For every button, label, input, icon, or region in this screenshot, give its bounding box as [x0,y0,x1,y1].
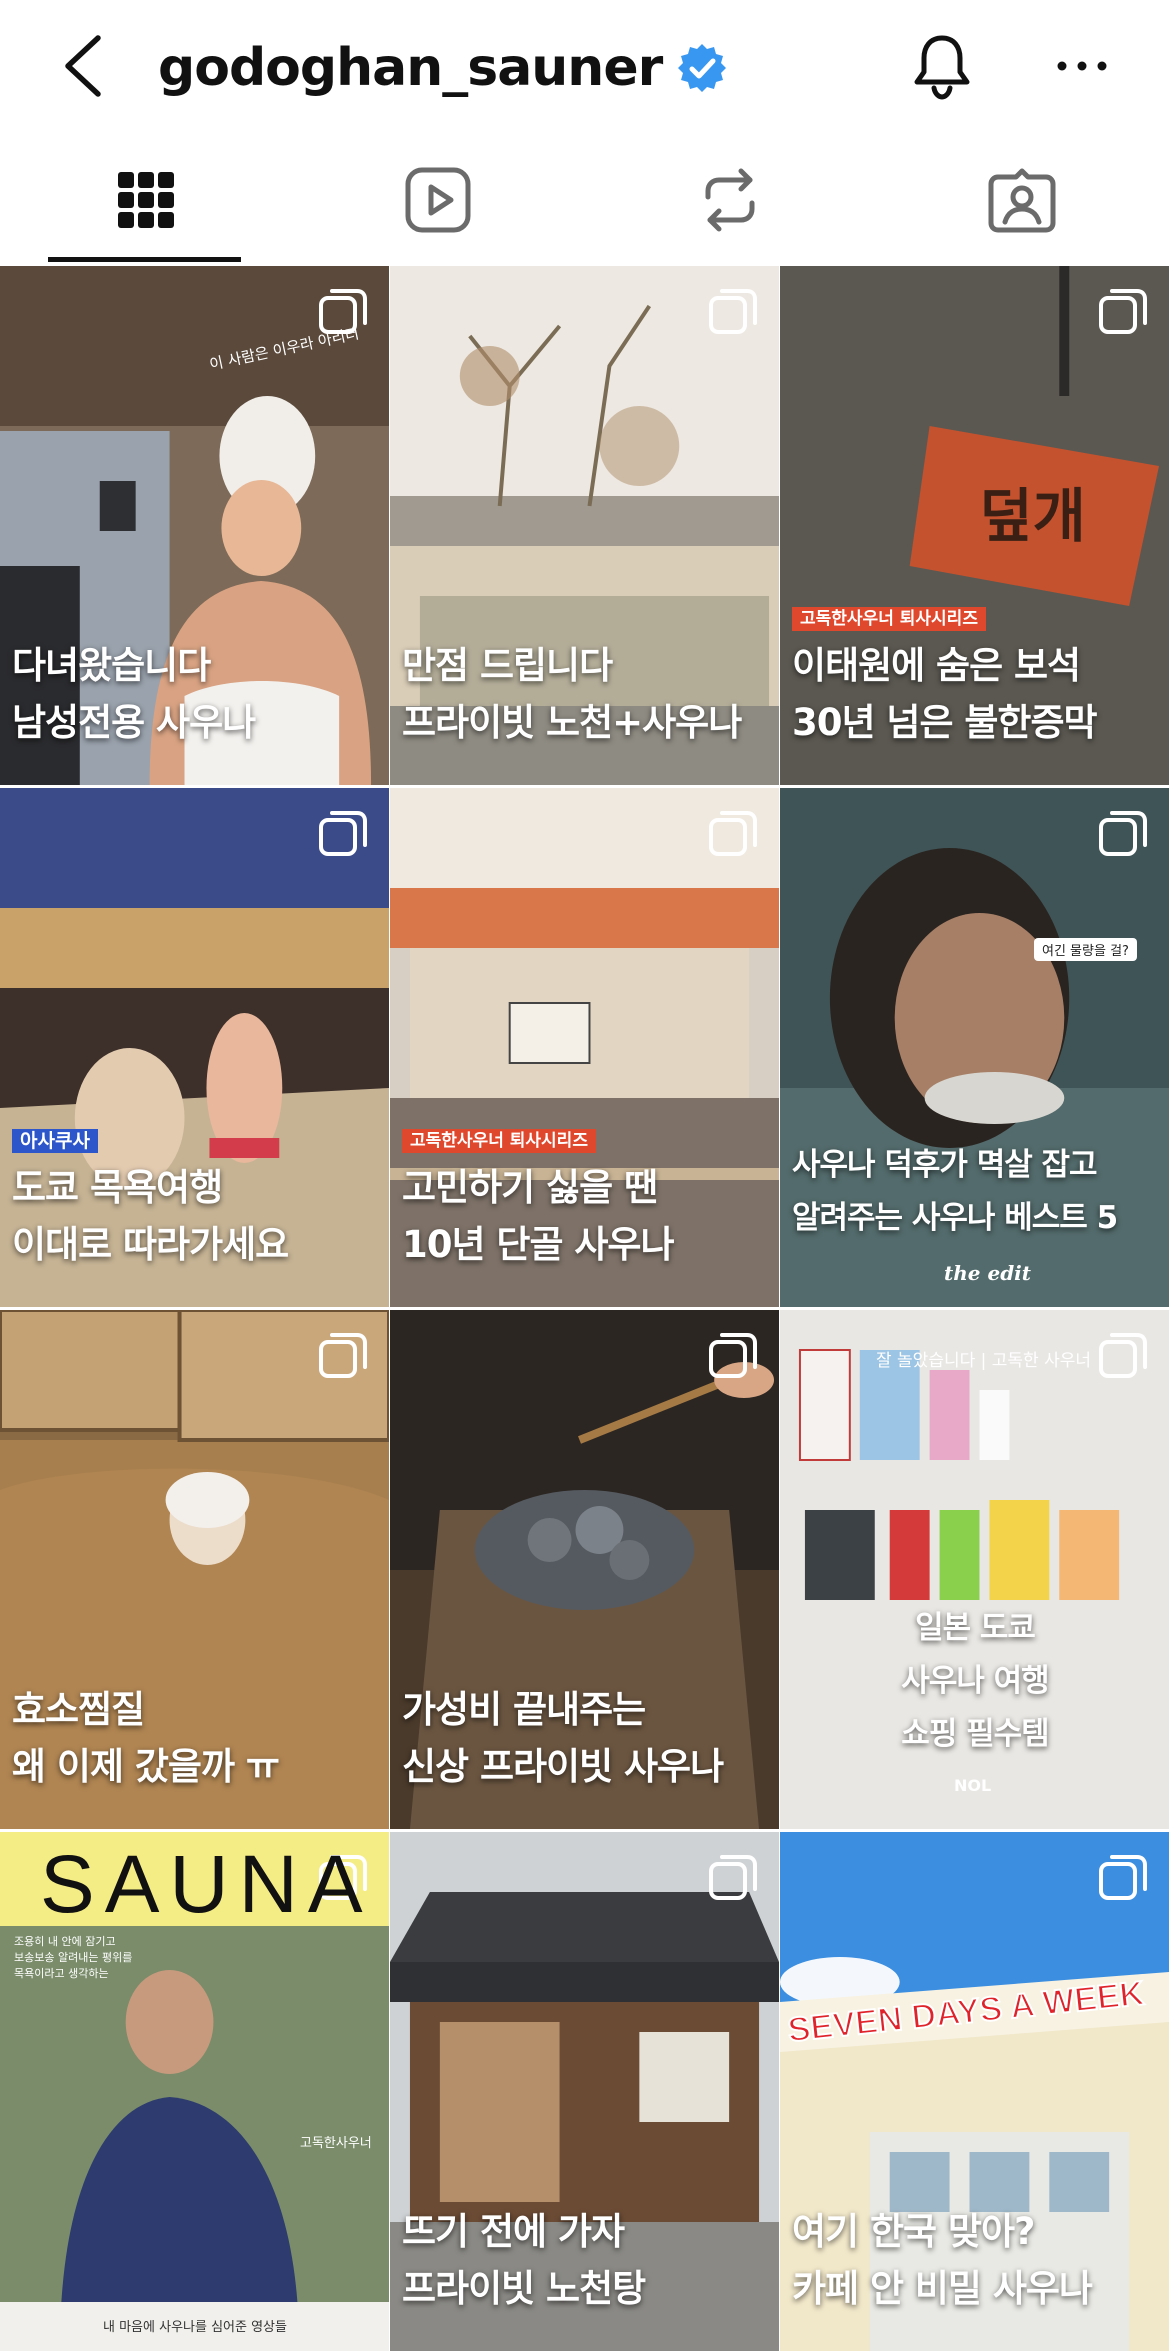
small-text-line: 보송보송 알려내는 평위를 [14,1951,133,1964]
chevron-left-icon[interactable] [58,34,108,98]
bell-icon[interactable] [906,30,978,102]
post-tile[interactable]: 고독한사우너 퇴사시리즈 고민하기 싫을 땐 10년 단골 사우나 [390,788,780,1307]
series-badge: 고독한사우너 퇴사시리즈 [402,1129,596,1153]
caption-line: 사우나 여행 [901,1663,1049,1699]
bottom-text: 내 마음에 사우나를 심어준 영상들 [103,2320,287,2335]
speech-tag: 여긴 물량을 걸? [1034,938,1137,961]
sign-text: 덮개 [979,482,1085,550]
caption-line: 이대로 따라가세요 [12,1223,289,1266]
post-caption: 고독한사우너 퇴사시리즈 이태원에 숨은 보석 30년 넘은 불한증막 [792,599,1098,751]
repost-icon [705,168,755,232]
multi-post-icon [1099,1333,1147,1378]
post-caption: 가성비 끝내주는 신상 프라이빗 사우나 [402,1681,724,1795]
caption-line: 10년 단골 사우나 [402,1223,674,1266]
multi-post-icon [319,811,367,856]
multi-post-icon [709,1855,757,1900]
caption-line: 고민하기 싫을 땐 [402,1166,658,1209]
username: godoghan_sauner [158,38,663,98]
post-tile[interactable]: SAUNA 조용히 내 안에 잠기고 보송보송 알려내는 평위를 목욕이라고 생… [0,1832,390,2351]
multi-post-icon [709,1333,757,1378]
post-tile[interactable]: 잘 놀았습니다 | 고독한 사우너 일본 도쿄 사우나 여행 쇼핑 필수템 NO… [780,1310,1170,1829]
reels-icon [405,167,471,233]
caption-line: 여기 한국 맞아? [792,2210,1035,2253]
post-caption: 일본 도쿄 사우나 여행 쇼핑 필수템 [780,1602,1169,1761]
caption-line: 왜 이제 갔을까 ㅠ [12,1745,280,1788]
verified-badge-icon [678,44,727,92]
caption-line: 효소찜질 [12,1688,145,1731]
multi-post-icon [1099,1855,1147,1900]
top-overlay-text: 잘 놀았습니다 | 고독한 사우너 [876,1351,1092,1371]
post-caption: 사우나 덕후가 멱살 잡고 알려주는 사우나 베스트 5 [792,1139,1118,1245]
post-caption: 효소찜질 왜 이제 갔을까 ㅠ [12,1681,280,1795]
caption-line: 프라이빗 노천+사우나 [402,701,742,744]
caption-line: 이태원에 숨은 보석 [792,644,1081,687]
caption-line: 카페 안 비밀 사우나 [792,2267,1093,2310]
caption-line: 뜨기 전에 가자 [402,2210,625,2253]
headline-text: SAUNA [40,1839,373,1930]
post-caption: 다녀왔습니다 남성전용 사우나 [12,637,256,751]
caption-line: 가성비 끝내주는 [402,1688,646,1731]
brand-logo: the edit [944,1261,1032,1285]
caption-line: 만점 드립니다 [402,644,613,687]
brand-logo: NOL [954,1776,992,1795]
side-text: 고독한사우너 [300,2136,372,2151]
post-tile[interactable]: 만점 드립니다 프라이빗 노천+사우나 [390,266,780,785]
caption-line: 알려주는 사우나 베스트 5 [792,1200,1118,1236]
post-caption: 아사쿠사 도쿄 목욕여행 이대로 따라가세요 [12,1122,289,1273]
tab-reposts[interactable] [584,136,876,264]
post-caption: 고독한사우너 퇴사시리즈 고민하기 싫을 땐 10년 단골 사우나 [402,1121,674,1273]
small-text-block: 조용히 내 안에 잠기고 보송보송 알려내는 평위를 목욕이라고 생각하는 [14,1934,132,1982]
multi-post-icon [709,289,757,334]
post-tile[interactable]: 이 사람은 이우라 아리터 다녀왔습니다 남성전용 사우나 [0,266,390,785]
series-badge: 고독한사우너 퇴사시리즈 [792,607,986,631]
multi-post-icon [1099,811,1147,856]
tab-grid[interactable] [0,136,292,264]
post-tile[interactable]: 효소찜질 왜 이제 갔을까 ㅠ [0,1310,390,1829]
caption-line: 쇼핑 필수템 [901,1716,1049,1752]
tagged-user-icon [988,168,1056,233]
caption-line: 도쿄 목욕여행 [12,1166,223,1209]
multi-post-icon [709,811,757,856]
multi-post-icon [319,1333,367,1378]
small-text-line: 목욕이라고 생각하는 [14,1967,109,1980]
post-tile[interactable]: SEVEN DAYS A WEEK 여기 한국 맞아? 카페 안 비밀 사우나 [780,1832,1170,2351]
small-text-line: 조용히 내 안에 잠기고 [14,1935,116,1948]
posts-grid: 이 사람은 이우라 아리터 다녀왔습니다 남성전용 사우나 만점 드립니다 프라… [0,266,1170,2351]
post-caption: 뜨기 전에 가자 프라이빗 노천탕 [402,2203,646,2317]
tab-reels[interactable] [292,136,584,264]
profile-header: godoghan_sauner [0,0,1170,136]
post-tile[interactable]: 가성비 끝내주는 신상 프라이빗 사우나 [390,1310,780,1829]
more-horizontal-icon[interactable] [1054,40,1110,92]
post-caption: 여기 한국 맞아? 카페 안 비밀 사우나 [792,2203,1093,2317]
grid-icon [118,172,174,228]
selected-tab-indicator [48,257,241,262]
caption-line: 남성전용 사우나 [12,701,256,744]
profile-title: godoghan_sauner [158,30,728,106]
post-tile[interactable]: 여긴 물량을 걸? 사우나 덕후가 멱살 잡고 알려주는 사우나 베스트 5 t… [780,788,1170,1307]
caption-line: 일본 도쿄 [915,1610,1036,1646]
caption-line: 사우나 덕후가 멱살 잡고 [792,1147,1098,1183]
tab-tagged[interactable] [876,136,1168,264]
post-tile[interactable]: 아사쿠사 도쿄 목욕여행 이대로 따라가세요 [0,788,390,1307]
caption-line: 30년 넘은 불한증막 [792,701,1098,744]
caption-line: 다녀왔습니다 [12,644,211,687]
caption-line: 신상 프라이빗 사우나 [402,1745,724,1788]
post-caption: 만점 드립니다 프라이빗 노천+사우나 [402,637,742,751]
post-tile[interactable]: 뜨기 전에 가자 프라이빗 노천탕 [390,1832,780,2351]
caption-line: 프라이빗 노천탕 [402,2267,646,2310]
location-badge: 아사쿠사 [12,1129,98,1153]
post-tile[interactable]: 덮개 고독한사우너 퇴사시리즈 이태원에 숨은 보석 30년 넘은 불한증막 [780,266,1170,785]
multi-post-icon [1099,289,1147,334]
profile-tabs [0,136,1170,264]
